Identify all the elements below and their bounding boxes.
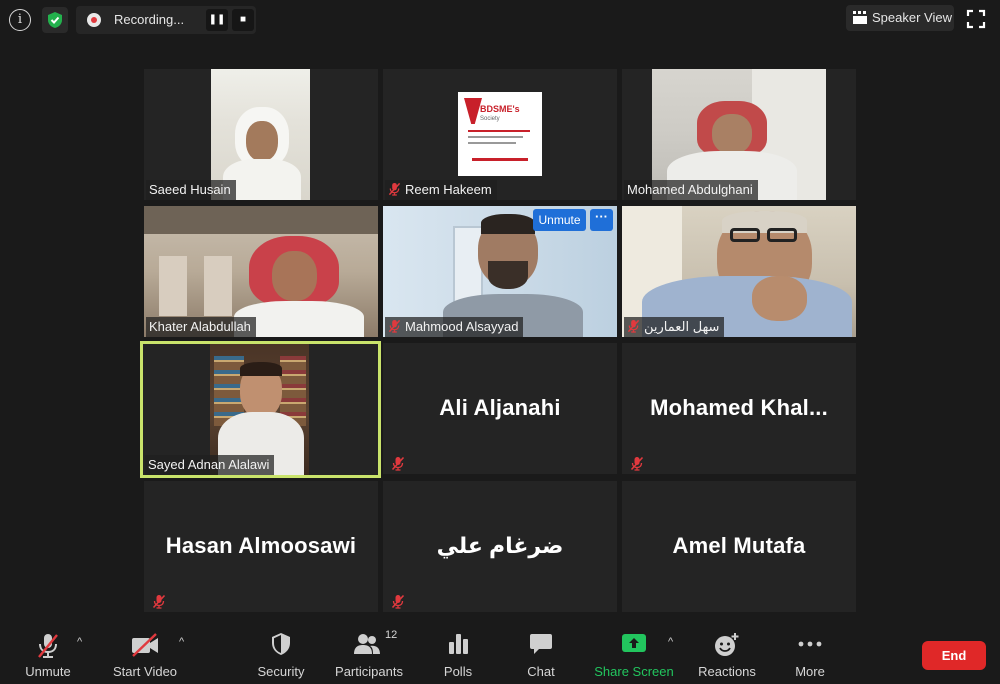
security-shield-icon [272,633,290,655]
participant-name: Reem Hakeem [385,180,497,200]
muted-mic-icon [630,456,644,471]
encryption-shield-icon[interactable] [42,7,68,33]
end-meeting-button[interactable]: End [922,641,986,670]
speaker-view-button[interactable]: Speaker View [846,5,954,31]
more-button[interactable]: More [788,628,832,680]
share-options-caret-icon[interactable]: ^ [668,636,673,648]
participants-count: 12 [385,629,398,641]
security-button[interactable]: Security [253,628,309,680]
participants-button[interactable]: 12 Participants [333,628,405,680]
participant-tile[interactable]: Mohamed Khal... [622,343,856,474]
reactions-label: Reactions [698,664,756,679]
participant-name: Mahmood Alsayyad [385,317,524,337]
muted-mic-icon [391,456,405,471]
stop-recording-button[interactable]: ■ [232,9,254,31]
participant-name: Mohamed Abdulghani [624,180,758,200]
chat-button[interactable]: Chat [520,628,562,680]
participant-name: Khater Alabdullah [146,317,256,337]
polls-label: Polls [443,664,473,679]
participant-display-name: Ali Aljanahi [439,395,561,420]
more-label: More [795,664,825,679]
unmute-label: Unmute [25,664,71,679]
participant-tile[interactable]: Amel Mutafa [622,481,856,612]
reactions-smiley-icon [715,633,739,656]
recording-dot-icon [87,13,101,27]
participant-tile[interactable]: Khater Alabdullah [144,206,378,337]
participant-tile[interactable]: Ali Aljanahi [383,343,617,474]
participant-display-name: ضرغام علي [436,533,564,558]
share-screen-label: Share Screen [594,664,674,679]
fullscreen-icon[interactable] [966,9,988,31]
participant-name: سهل العمارين [624,317,725,337]
chat-bubble-icon [530,634,552,654]
participant-tile[interactable]: ضرغام علي [383,481,617,612]
share-screen-button[interactable]: Share Screen [594,628,674,680]
unmute-button[interactable]: Unmute [18,628,78,680]
recording-indicator: Recording... ❚❚ ■ [76,6,256,34]
grid-view-icon [853,11,867,24]
participant-name: Saeed Husain [146,180,236,200]
participant-tile-active-speaker[interactable]: Sayed Adnan Alalawi [140,341,381,478]
reactions-button[interactable]: Reactions [696,628,758,680]
muted-mic-icon [627,319,640,333]
participant-tile[interactable]: BDSME's Society Reem Hakeem [383,69,617,200]
muted-mic-icon [388,319,401,333]
muted-mic-icon [152,594,166,609]
participant-name: Sayed Adnan Alalawi [145,455,275,475]
participant-tile[interactable]: Saeed Husain [144,69,378,200]
muted-mic-icon [388,182,401,196]
speaker-view-label: Speaker View [872,10,952,25]
start-video-label: Start Video [112,664,178,679]
polls-button[interactable]: Polls [436,628,480,680]
audio-options-caret-icon[interactable]: ^ [77,636,82,648]
participant-more-button[interactable]: ··· [590,209,613,231]
recording-label: Recording... [114,12,185,27]
bdsme-logo: BDSME's Society [458,92,542,176]
microphone-muted-icon [38,634,58,658]
participant-display-name: Hasan Almoosawi [165,533,357,558]
muted-mic-icon [391,594,405,609]
unmute-participant-button[interactable]: Unmute [533,209,586,231]
participant-display-name: Mohamed Khal... [650,395,828,420]
more-dots-icon [798,641,822,647]
participants-icon [354,634,380,654]
start-video-button[interactable]: Start Video [106,628,184,680]
participants-label: Participants [335,664,403,679]
video-camera-off-icon [132,633,158,657]
participant-tile[interactable]: سهل العمارين [622,206,856,337]
participant-tile[interactable]: Mohamed Abdulghani [622,69,856,200]
security-label: Security [257,664,305,679]
info-icon[interactable]: i [9,9,31,31]
participant-tile[interactable]: Hasan Almoosawi [144,481,378,612]
chat-label: Chat [527,664,555,679]
participant-display-name: Amel Mutafa [672,533,806,558]
share-screen-icon [622,634,646,652]
video-options-caret-icon[interactable]: ^ [179,636,184,648]
meeting-toolbar: Unmute ^ Start Video ^ Security 12 Parti… [0,622,1000,684]
participant-tile[interactable]: Unmute ··· Mahmood Alsayyad [383,206,617,337]
polls-bar-chart-icon [449,634,468,654]
pause-recording-button[interactable]: ❚❚ [206,9,228,31]
top-bar: i Recording... ❚❚ ■ Speaker View [0,0,1000,40]
